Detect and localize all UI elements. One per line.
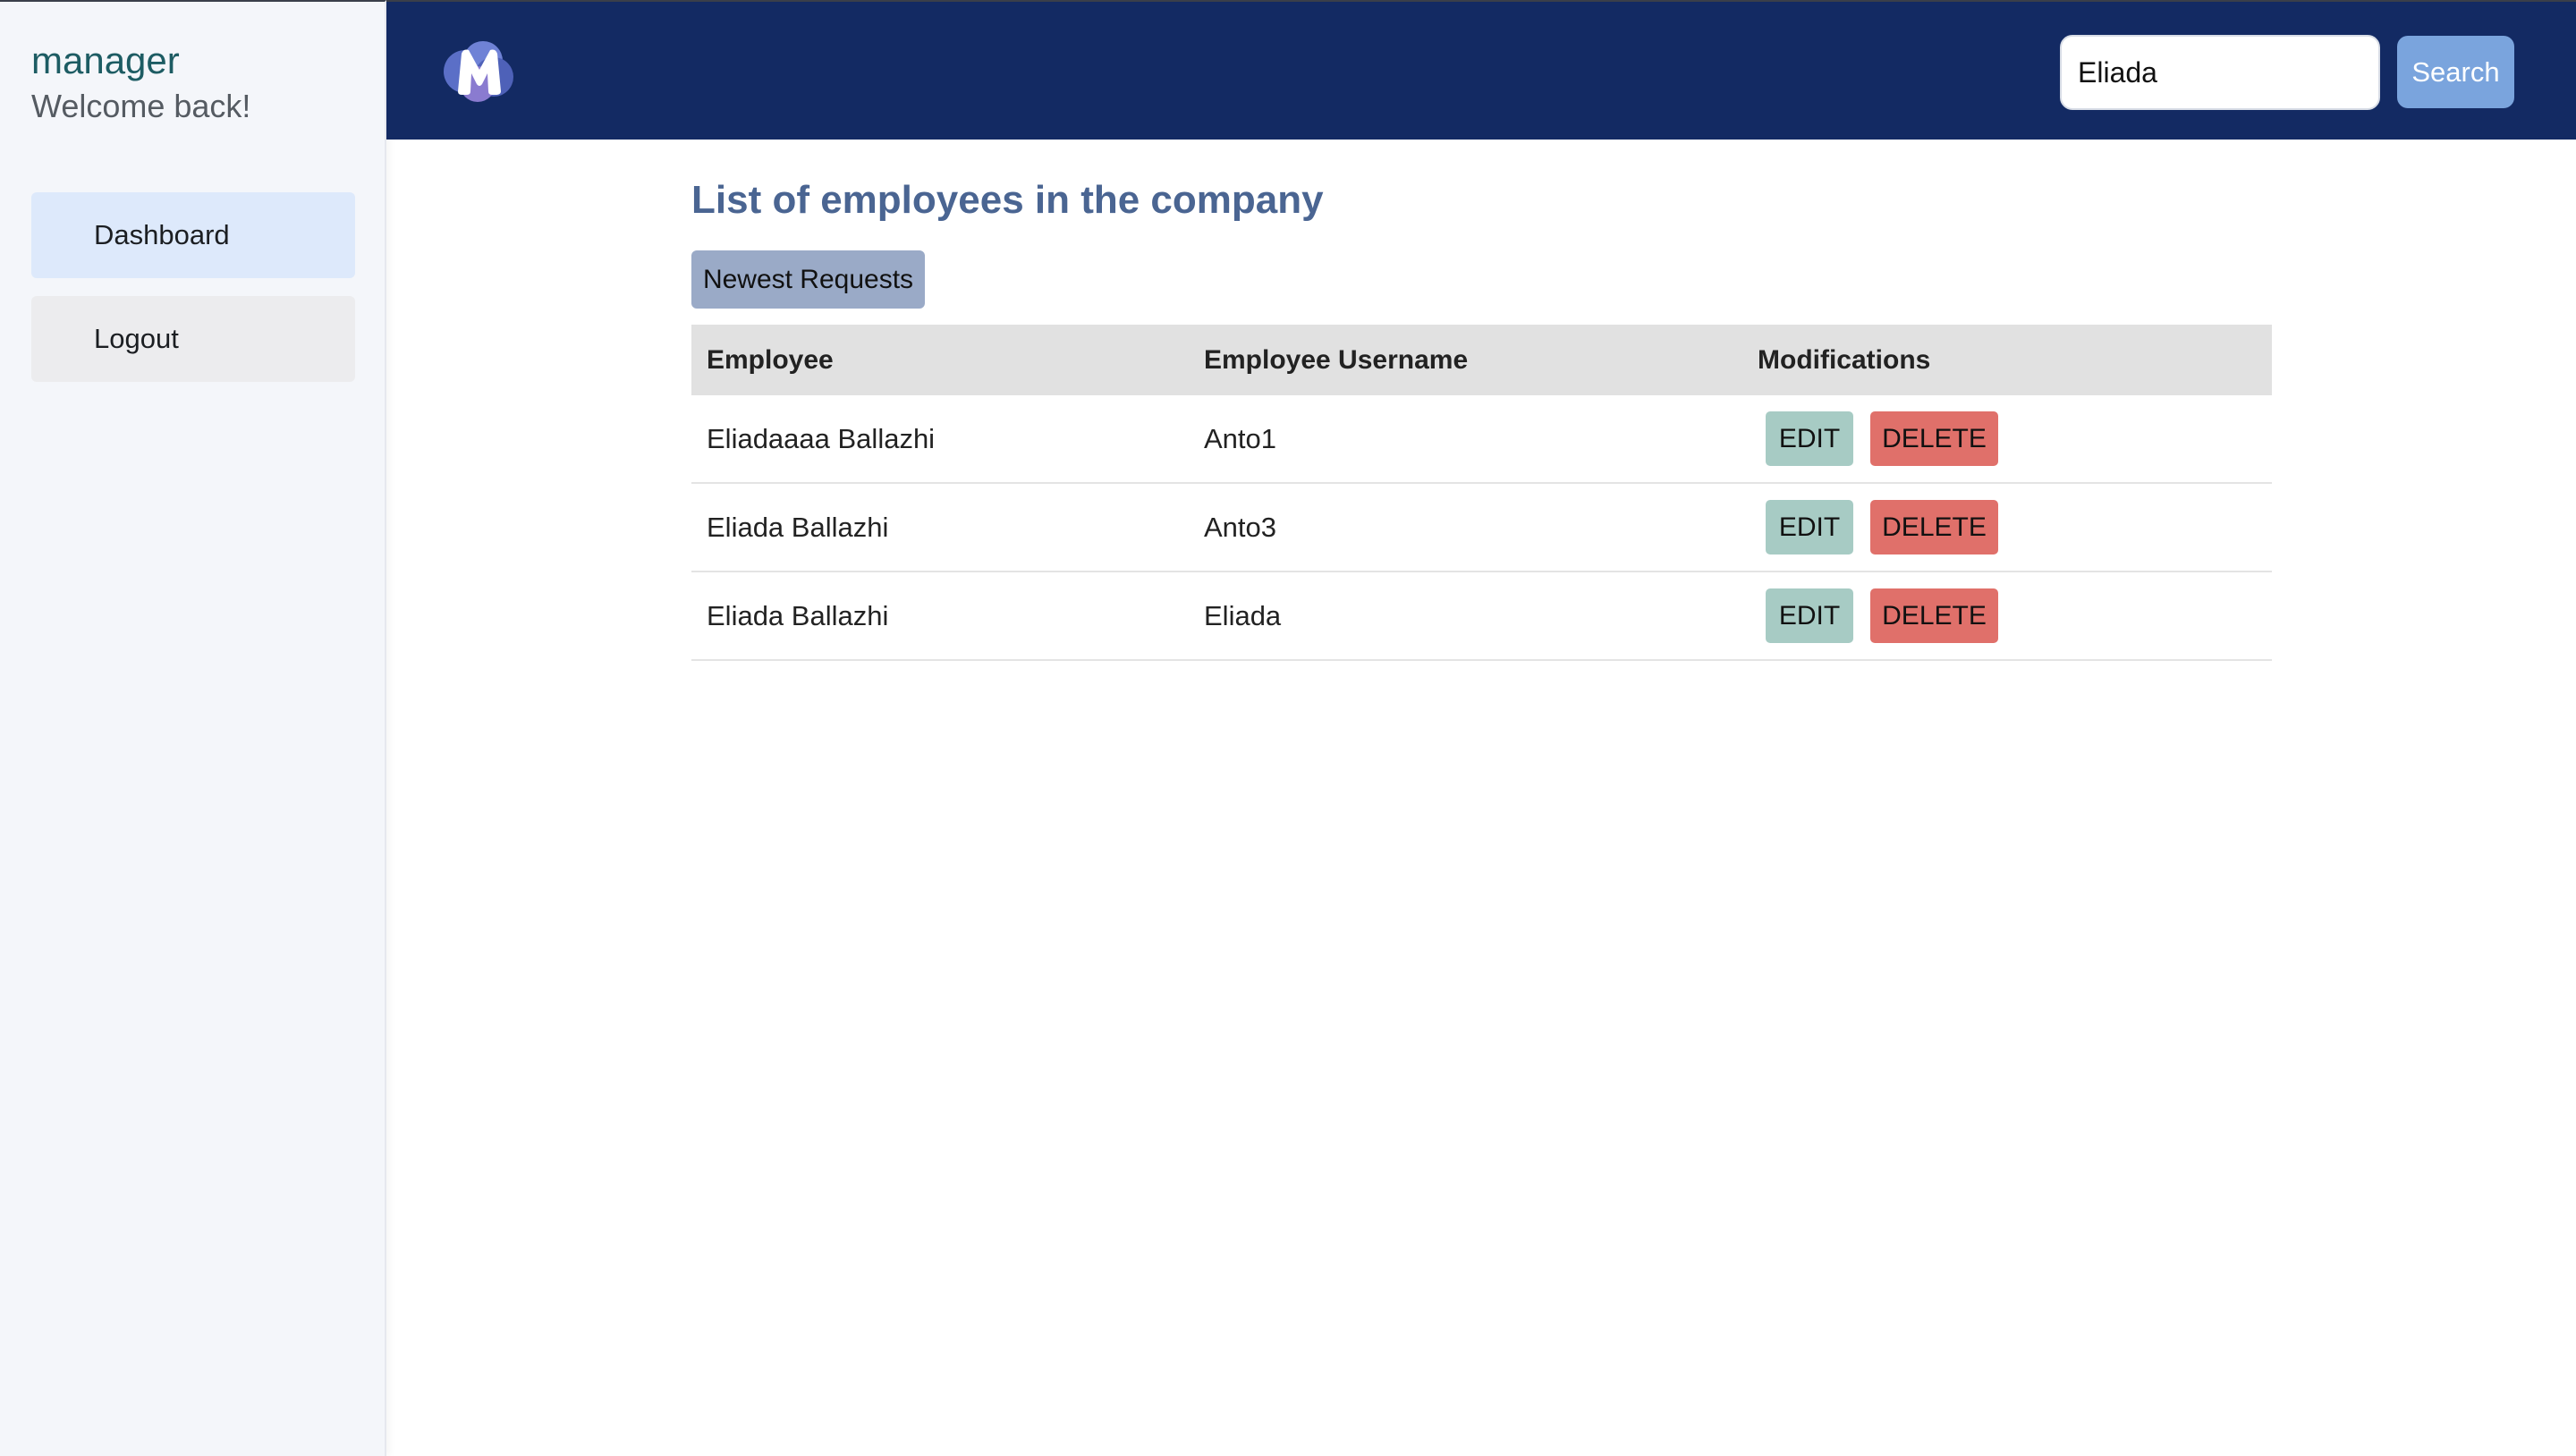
table-row: Eliadaaaa Ballazhi Anto1 EDIT DELETE (691, 395, 2272, 484)
m-logo-icon[interactable] (438, 34, 521, 106)
sidebar-item-logout[interactable]: Logout (31, 296, 355, 382)
top-navbar: Search (386, 0, 2576, 140)
table-row: Eliada Ballazhi Anto3 EDIT DELETE (691, 484, 2272, 572)
delete-button[interactable]: DELETE (1870, 500, 1998, 554)
table-header: Employee Employee Username Modifications (691, 325, 2272, 395)
employee-name: Eliada Ballazhi (707, 512, 889, 543)
column-header-employee: Employee (707, 345, 834, 375)
employee-username: Anto3 (1204, 512, 1277, 543)
search-button[interactable]: Search (2397, 36, 2514, 108)
column-header-username: Employee Username (1204, 345, 1469, 375)
employee-username: Anto1 (1204, 423, 1277, 454)
edit-button[interactable]: EDIT (1766, 500, 1853, 554)
employee-name: Eliadaaaa Ballazhi (707, 423, 936, 454)
sidebar-item-dashboard[interactable]: Dashboard (31, 192, 355, 278)
employee-username: Eliada (1204, 600, 1282, 631)
sidebar: manager Welcome back! Dashboard Logout (0, 0, 386, 1456)
welcome-message: Welcome back! (31, 88, 251, 124)
newest-requests-button[interactable]: Newest Requests (691, 250, 925, 309)
employees-table: Employee Employee Username Modifications… (691, 325, 2272, 661)
delete-button[interactable]: DELETE (1870, 411, 1998, 466)
user-name: manager (31, 39, 180, 81)
page-title: List of employees in the company (691, 178, 1324, 222)
delete-button[interactable]: DELETE (1870, 588, 1998, 643)
column-header-modifications: Modifications (1758, 345, 1931, 375)
edit-button[interactable]: EDIT (1766, 411, 1853, 466)
table-row: Eliada Ballazhi Eliada EDIT DELETE (691, 572, 2272, 661)
edit-button[interactable]: EDIT (1766, 588, 1853, 643)
employee-name: Eliada Ballazhi (707, 600, 889, 631)
search-input[interactable] (2060, 35, 2380, 110)
